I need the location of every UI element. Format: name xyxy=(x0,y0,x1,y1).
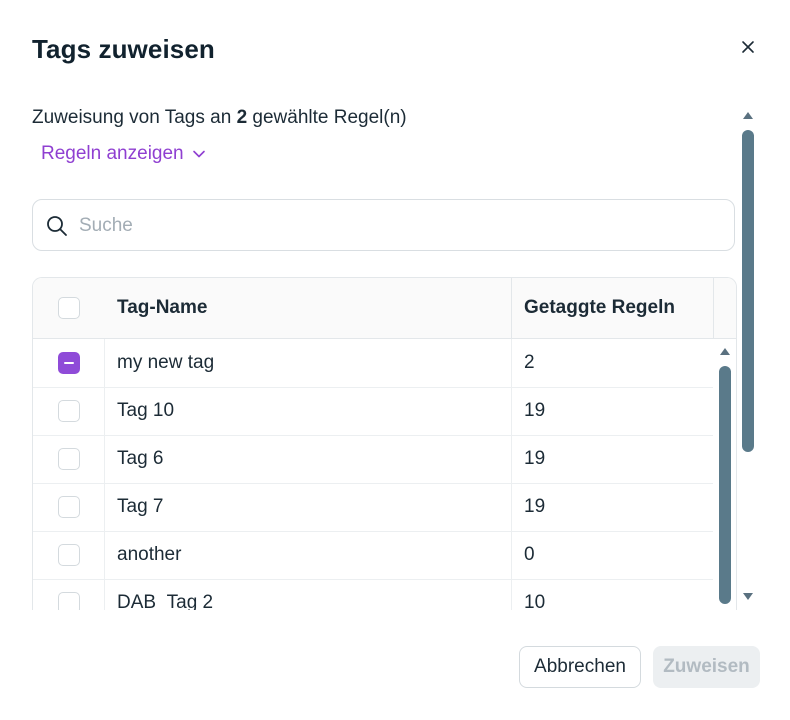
scrollbar-thumb[interactable] xyxy=(719,366,731,604)
table-header: Tag-Name Getaggte Regeln xyxy=(33,278,736,339)
column-header-tagged-rules[interactable]: Getaggte Regeln xyxy=(511,278,713,338)
tag-name-cell: Tag 7 xyxy=(117,496,164,517)
row-checkbox[interactable] xyxy=(57,448,80,470)
chevron-down-icon xyxy=(192,150,205,158)
dialog-title: Tags zuweisen xyxy=(32,34,215,64)
tag-name-cell: my new tag xyxy=(117,352,215,373)
tagged-rules-cell: 2 xyxy=(511,339,711,387)
row-checkbox[interactable] xyxy=(57,544,80,566)
row-checkbox[interactable] xyxy=(57,400,80,422)
table-scrollbar[interactable] xyxy=(716,341,734,610)
tag-name-cell: Tag 10 xyxy=(117,400,175,421)
scrollbar-thumb[interactable] xyxy=(742,130,754,452)
cancel-button[interactable]: Abbrechen xyxy=(519,646,641,688)
row-checkbox[interactable] xyxy=(57,496,80,518)
row-checkbox-cell xyxy=(33,339,105,387)
table-row[interactable]: another 0 xyxy=(33,531,713,580)
scroll-up-icon[interactable] xyxy=(720,348,730,355)
tags-table: Tag-Name Getaggte Regeln my new tag 2 Ta… xyxy=(32,277,737,610)
tagged-rules-cell: 10 xyxy=(511,579,711,610)
table-row[interactable]: DAB_Tag 2 10 xyxy=(33,579,713,610)
row-checkbox[interactable] xyxy=(57,592,80,610)
row-checkbox-cell xyxy=(33,387,105,435)
tagged-rules-cell: 19 xyxy=(511,387,711,435)
tagged-rules-cell: 0 xyxy=(511,531,711,579)
table-row[interactable]: my new tag 2 xyxy=(33,339,713,388)
select-all-checkbox[interactable] xyxy=(58,297,80,319)
tag-name-cell: Tag 6 xyxy=(117,448,164,469)
table-row[interactable]: Tag 10 19 xyxy=(33,387,713,436)
scroll-up-icon[interactable] xyxy=(743,112,753,119)
column-header-tag-name[interactable]: Tag-Name xyxy=(117,278,497,338)
description-suffix: gewählte Regel(n) xyxy=(247,107,407,128)
close-button[interactable] xyxy=(737,36,759,58)
assign-tags-dialog: Tags zuweisen Zuweisung von Tags an 2 ge… xyxy=(0,0,790,720)
select-all-cell xyxy=(33,278,105,338)
row-checkbox-cell xyxy=(33,435,105,483)
tagged-rules-cell: 19 xyxy=(511,435,711,483)
show-rules-toggle[interactable]: Regeln anzeigen xyxy=(41,143,206,165)
selected-rule-count: 2 xyxy=(236,107,248,128)
row-checkbox-cell xyxy=(33,483,105,531)
search-icon xyxy=(47,216,67,236)
row-checkbox-indeterminate[interactable] xyxy=(57,352,80,374)
tag-name-cell: another xyxy=(117,544,182,565)
search-input[interactable] xyxy=(77,208,721,244)
show-rules-label: Regeln anzeigen xyxy=(41,143,184,164)
search-box xyxy=(32,199,735,251)
close-icon xyxy=(742,41,754,53)
dialog-description: Zuweisung von Tags an 2 gewählte Regel(n… xyxy=(32,107,407,129)
scroll-down-icon[interactable] xyxy=(743,593,753,600)
tag-name-cell: DAB_Tag 2 xyxy=(117,592,214,610)
table-row[interactable]: Tag 7 19 xyxy=(33,483,713,532)
table-row[interactable]: Tag 6 19 xyxy=(33,435,713,484)
row-checkbox-cell xyxy=(33,579,105,610)
header-scroll-gutter xyxy=(713,278,736,338)
tagged-rules-cell: 19 xyxy=(511,483,711,531)
assign-button[interactable]: Zuweisen xyxy=(653,646,760,688)
description-prefix: Zuweisung von Tags an xyxy=(32,107,237,128)
dialog-scrollbar[interactable] xyxy=(740,108,756,608)
row-checkbox-cell xyxy=(33,531,105,579)
